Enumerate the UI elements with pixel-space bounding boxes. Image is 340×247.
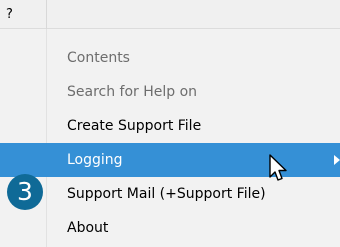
menu-item-label: Support Mail (+Support File) <box>67 186 266 202</box>
menu-item-label: Logging <box>67 152 123 168</box>
help-dropdown-menu: Contents Search for Help on Create Suppo… <box>0 29 340 247</box>
menu-item-support-mail[interactable]: Support Mail (+Support File) <box>0 177 340 211</box>
menu-item-label: About <box>67 220 109 236</box>
menu-item-contents[interactable]: Contents <box>0 41 340 75</box>
menu-item-search-help[interactable]: Search for Help on <box>0 75 340 109</box>
menu-item-create-support-file[interactable]: Create Support File <box>0 109 340 143</box>
menu-item-label: Search for Help on <box>67 84 198 100</box>
help-menu-button[interactable]: ? <box>0 0 47 29</box>
help-menu-screenshot: ? Contents Search for Help on Create Sup… <box>0 0 340 247</box>
step-number-badge: 3 <box>7 174 43 210</box>
arrow-pointer-icon <box>269 154 287 181</box>
menu-item-label: Contents <box>67 50 130 66</box>
menu-item-label: Create Support File <box>67 118 202 134</box>
menu-bar: ? <box>0 0 340 29</box>
menu-item-about[interactable]: About <box>0 211 340 245</box>
submenu-arrow-icon <box>334 155 340 165</box>
menu-item-logging[interactable]: Logging <box>0 143 340 177</box>
